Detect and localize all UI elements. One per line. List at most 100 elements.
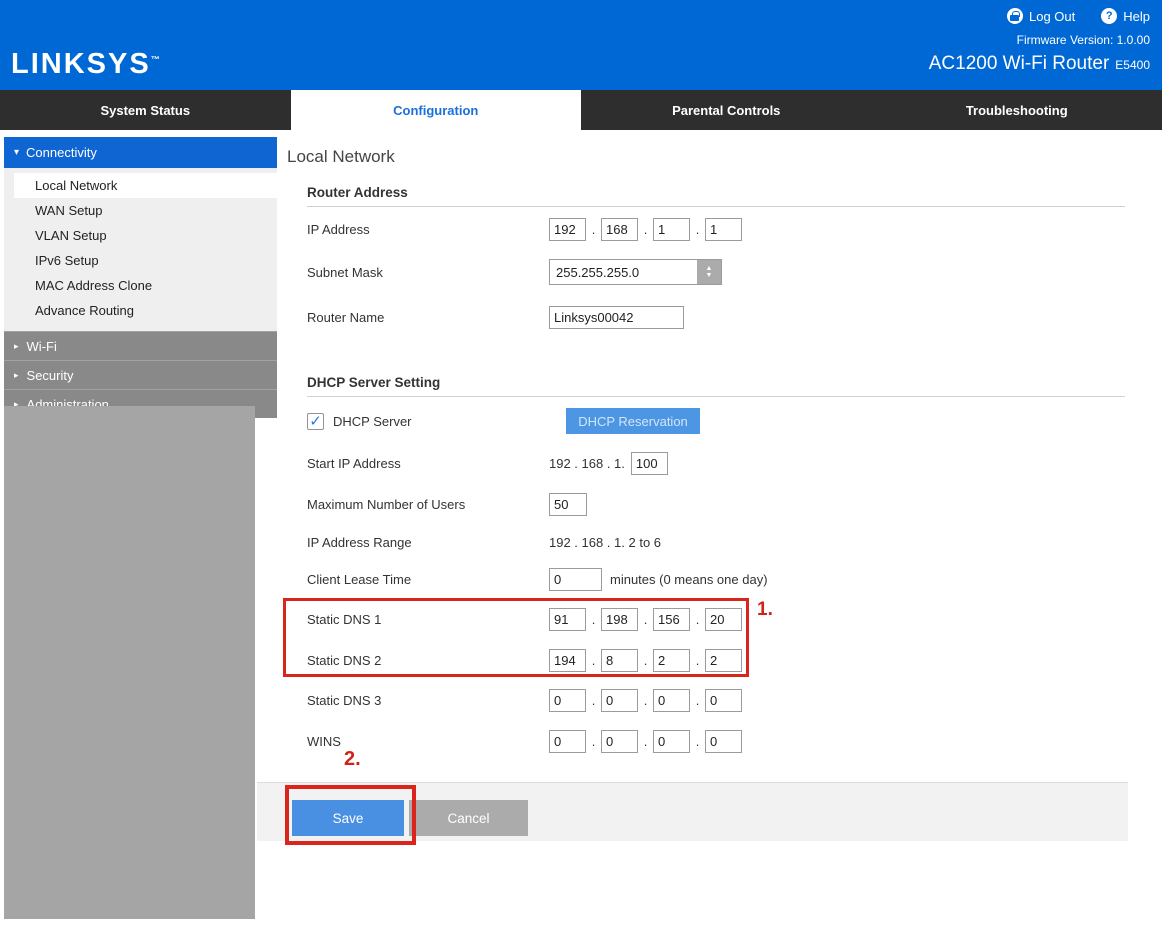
ip-address-octets: . . . [549,218,742,241]
octet-separator: . [638,734,653,749]
wins-octet-1-input[interactable] [549,730,586,753]
product-name: AC1200 Wi-Fi RouterE5400 [929,53,1150,75]
octet-separator: . [690,653,705,668]
tab-parental-controls[interactable]: Parental Controls [581,90,872,130]
lease-time-label: Client Lease Time [307,572,549,587]
octet-separator: . [586,612,601,627]
dns3-octet-4-input[interactable] [705,689,742,712]
dhcp-server-checkbox[interactable]: ✓ [307,413,324,430]
dns2-octet-3-input[interactable] [653,649,690,672]
dns1-octet-3-input[interactable] [653,608,690,631]
wins-row: WINS . . . [307,727,1125,755]
dhcp-setting-heading: DHCP Server Setting [307,375,1125,397]
dns2-octet-1-input[interactable] [549,649,586,672]
static-dns3-row: Static DNS 3 . . . [307,686,1125,714]
app-header: LINKSYS™ Log Out ? Help Firmware Version… [0,0,1162,90]
cancel-button[interactable]: Cancel [409,800,528,836]
sidebar-item-wan-setup[interactable]: WAN Setup [4,198,277,223]
sidebar-nav: ▾ Connectivity Local Network WAN Setup V… [4,137,277,418]
dns2-octet-2-input[interactable] [601,649,638,672]
max-users-label: Maximum Number of Users [307,497,549,512]
trademark-mark: ™ [151,54,160,64]
ip-octet-2-input[interactable] [601,218,638,241]
wins-octet-3-input[interactable] [653,730,690,753]
subnet-mask-row: Subnet Mask 255.255.255.0 ▲ ▼ [307,258,1125,286]
sidebar-item-ipv6-setup[interactable]: IPv6 Setup [4,248,277,273]
octet-separator: . [586,734,601,749]
static-dns1-label: Static DNS 1 [307,612,549,627]
sidebar-item-local-network[interactable]: Local Network [14,173,277,198]
router-address-heading: Router Address [307,185,1125,207]
logout-link[interactable]: Log Out [1007,8,1075,24]
sidebar-item-mac-address-clone[interactable]: MAC Address Clone [4,273,277,298]
octet-separator: . [690,693,705,708]
static-dns3-octets: . . . [549,689,742,712]
header-right: Log Out ? Help Firmware Version: 1.0.00 … [929,8,1150,75]
dns1-octet-1-input[interactable] [549,608,586,631]
wins-octet-4-input[interactable] [705,730,742,753]
connectivity-submenu: Local Network WAN Setup VLAN Setup IPv6 … [4,168,277,331]
static-dns1-row: Static DNS 1 . . . [307,605,1125,633]
dhcp-server-label: DHCP Server [333,414,412,429]
subnet-mask-label: Subnet Mask [307,265,549,280]
start-ip-label: Start IP Address [307,456,549,471]
wins-octet-2-input[interactable] [601,730,638,753]
dns1-octet-2-input[interactable] [601,608,638,631]
firmware-version: Firmware Version: 1.0.00 [929,33,1150,47]
select-spinner[interactable]: ▲ ▼ [697,260,721,284]
lock-icon [1007,8,1023,24]
static-dns2-label: Static DNS 2 [307,653,549,668]
dns2-octet-4-input[interactable] [705,649,742,672]
session-row: Log Out ? Help [929,8,1150,24]
lease-time-row: Client Lease Time minutes (0 means one d… [307,565,1125,593]
octet-separator: . [586,653,601,668]
help-link[interactable]: ? Help [1101,8,1150,24]
ip-address-label: IP Address [307,222,549,237]
wins-label: WINS [307,734,549,749]
lease-time-input[interactable] [549,568,602,591]
static-dns3-label: Static DNS 3 [307,693,549,708]
ip-address-row: IP Address . . . [307,215,1125,243]
static-dns2-row: Static DNS 2 . . . [307,646,1125,674]
chevron-down-icon: ▾ [14,147,19,158]
tab-troubleshooting[interactable]: Troubleshooting [872,90,1162,130]
dhcp-reservation-button[interactable]: DHCP Reservation [566,408,700,434]
dns1-octet-4-input[interactable] [705,608,742,631]
octet-separator: . [586,222,601,237]
model-number: E5400 [1115,58,1150,72]
spinner-up-icon: ▲ [706,265,713,272]
static-dns2-octets: . . . [549,649,742,672]
router-name-label: Router Name [307,310,549,325]
sidebar-item-wifi[interactable]: ▸ Wi-Fi [4,331,277,360]
spinner-down-icon: ▼ [706,272,713,279]
save-button[interactable]: Save [292,800,404,836]
connectivity-label: Connectivity [26,145,97,160]
tab-configuration[interactable]: Configuration [291,90,582,130]
sidebar-item-connectivity[interactable]: ▾ Connectivity [4,137,277,168]
dns3-octet-1-input[interactable] [549,689,586,712]
max-users-input[interactable] [549,493,587,516]
dhcp-server-field: ✓ DHCP Server [307,413,549,430]
ip-octet-1-input[interactable] [549,218,586,241]
sidebar-item-vlan-setup[interactable]: VLAN Setup [4,223,277,248]
sidebar-item-security[interactable]: ▸ Security [4,360,277,389]
page-title: Local Network [287,147,395,167]
subnet-mask-select[interactable]: 255.255.255.0 ▲ ▼ [549,259,722,285]
octet-separator: . [638,612,653,627]
sidebar-item-advance-routing[interactable]: Advance Routing [4,298,277,323]
start-ip-prefix: 192 . 168 . 1. [549,456,625,471]
router-admin-page: LINKSYS™ Log Out ? Help Firmware Version… [0,0,1162,942]
router-name-input[interactable] [549,306,684,329]
start-ip-octet4-input[interactable] [631,452,668,475]
octet-separator: . [586,693,601,708]
dhcp-server-row: ✓ DHCP Server DHCP Reservation [307,407,1125,435]
tab-system-status[interactable]: System Status [0,90,291,130]
dns3-octet-2-input[interactable] [601,689,638,712]
octet-separator: . [638,222,653,237]
help-label: Help [1123,9,1150,24]
dns3-octet-3-input[interactable] [653,689,690,712]
ip-octet-4-input[interactable] [705,218,742,241]
octet-separator: . [690,734,705,749]
max-users-row: Maximum Number of Users [307,490,1125,518]
ip-octet-3-input[interactable] [653,218,690,241]
